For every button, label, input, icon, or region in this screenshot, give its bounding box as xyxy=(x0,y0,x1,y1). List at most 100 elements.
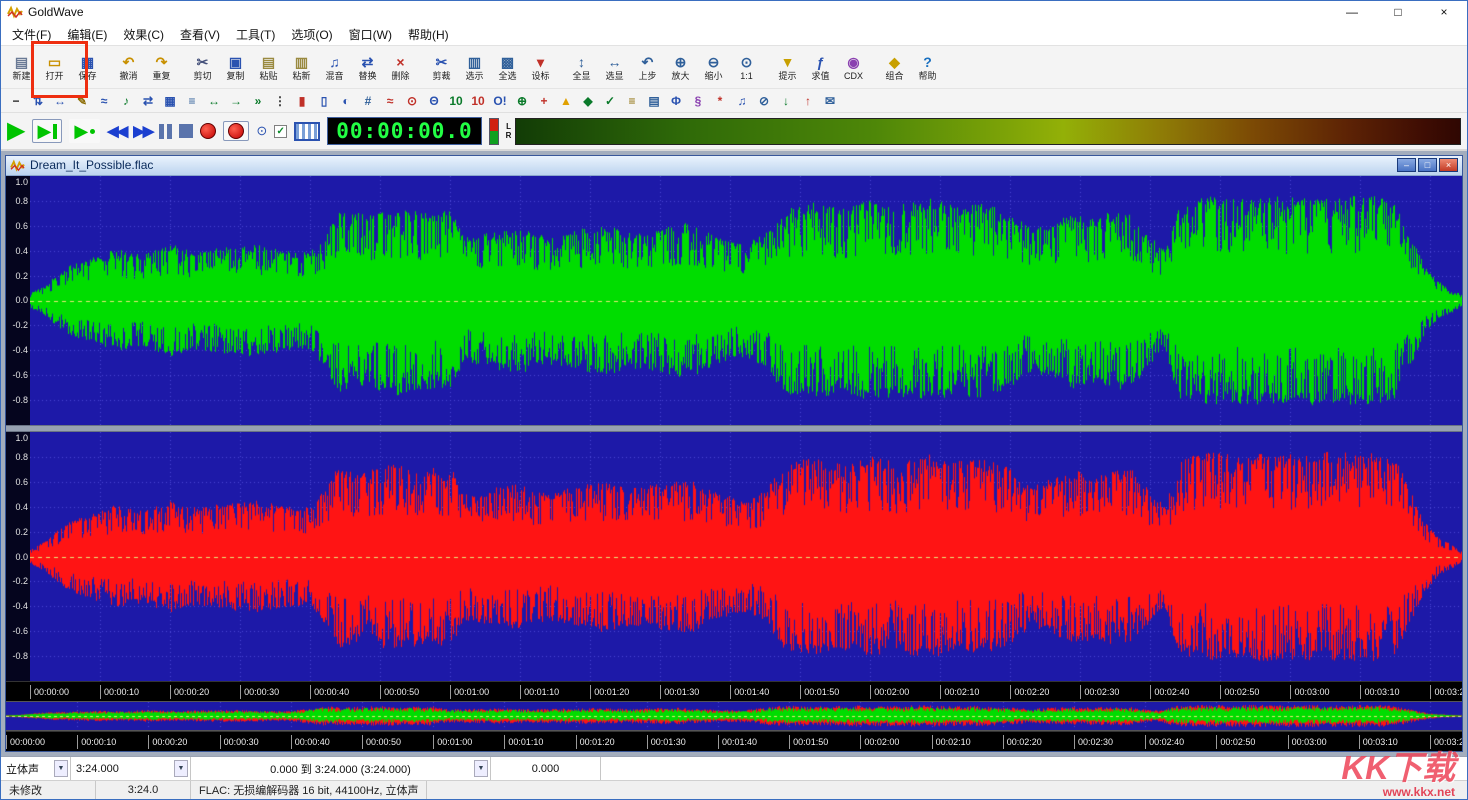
gear-icon[interactable]: Φ xyxy=(665,91,687,111)
play-selection-button[interactable]: ▶ xyxy=(32,119,62,143)
paste-button[interactable]: ▤粘贴 xyxy=(252,47,285,87)
control-icon[interactable]: ⇅ xyxy=(27,91,49,111)
menu-file[interactable]: 文件(F) xyxy=(4,23,59,46)
star-icon[interactable]: * xyxy=(709,91,731,111)
diamond-icon[interactable]: ◆ xyxy=(577,91,599,111)
document-close-button[interactable]: × xyxy=(1439,158,1458,172)
close-button[interactable]: × xyxy=(1421,1,1467,23)
amplitude-ruler-right-channel[interactable]: 1.00.80.60.40.20.0-0.2-0.4-0.6-0.8 xyxy=(6,432,30,681)
right-channel-waveform[interactable] xyxy=(30,432,1462,681)
speaker-icon[interactable]: ♫ xyxy=(731,91,753,111)
document-title-bar[interactable]: Dream_It_Possible.flac – □ × xyxy=(6,156,1462,176)
stop-button[interactable] xyxy=(179,124,193,138)
set-marker-button[interactable]: ▾设标 xyxy=(524,47,557,87)
amplitude-ruler-left-channel[interactable]: 1.00.80.60.40.20.0-0.2-0.4-0.6-0.8 xyxy=(6,176,30,425)
section-icon[interactable]: § xyxy=(687,91,709,111)
dots-icon[interactable]: ⋮ xyxy=(269,91,291,111)
trim-button[interactable]: ✂剪裁 xyxy=(425,47,458,87)
mix-button[interactable]: ♫混音 xyxy=(318,47,351,87)
group-button[interactable]: ◆组合 xyxy=(878,47,911,87)
plus-circle-icon[interactable]: ⊕ xyxy=(511,91,533,111)
ten-red-icon[interactable]: 10 xyxy=(467,91,489,111)
menu-effects[interactable]: 效果(C) xyxy=(115,23,172,46)
target-icon[interactable]: ⊙ xyxy=(401,91,423,111)
umbrella-icon[interactable]: ▲ xyxy=(555,91,577,111)
copy-button[interactable]: ▣复制 xyxy=(219,47,252,87)
replace-button[interactable]: ⇄替换 xyxy=(351,47,384,87)
note-icon[interactable]: ♪ xyxy=(115,91,137,111)
stretch-icon[interactable]: ↔ xyxy=(203,91,225,111)
fast-forward-button[interactable]: ▶▶ xyxy=(133,122,152,140)
new-button[interactable]: ▤新建 xyxy=(5,47,38,87)
wave-icon[interactable]: ≈ xyxy=(93,91,115,111)
save-button[interactable]: ▦保存 xyxy=(71,47,104,87)
menu-edit[interactable]: 编辑(E) xyxy=(59,23,115,46)
double-arrow-icon[interactable]: » xyxy=(247,91,269,111)
minimize-button[interactable]: — xyxy=(1329,1,1375,23)
monitor-checkbox[interactable]: ✓ xyxy=(274,125,287,138)
check-icon[interactable]: ✓ xyxy=(599,91,621,111)
zoom-in-button[interactable]: ⊕放大 xyxy=(664,47,697,87)
paste-new-button[interactable]: ▥粘新 xyxy=(285,47,318,87)
select-all-button[interactable]: ▩全选 xyxy=(491,47,524,87)
record-button[interactable] xyxy=(200,123,216,139)
levels-icon[interactable]: ≡ xyxy=(621,91,643,111)
maximize-button[interactable]: □ xyxy=(1375,1,1421,23)
menu-window[interactable]: 窗口(W) xyxy=(341,23,400,46)
document-minimize-button[interactable]: – xyxy=(1397,158,1416,172)
menu-view[interactable]: 查看(V) xyxy=(172,23,228,46)
zoom-1-1-button[interactable]: ⊙1:1 xyxy=(730,47,763,87)
delete-button[interactable]: ×删除 xyxy=(384,47,417,87)
list-icon[interactable]: ≡ xyxy=(181,91,203,111)
overview-time-axis[interactable]: 00:00:0000:00:1000:00:2000:00:3000:00:40… xyxy=(6,731,1462,751)
slash-circle-icon[interactable]: ⊘ xyxy=(753,91,775,111)
mail-icon[interactable]: ✉ xyxy=(819,91,841,111)
show-all-button[interactable]: ↕全显 xyxy=(565,47,598,87)
zoom-out-button[interactable]: ⊖缩小 xyxy=(697,47,730,87)
menu-tools[interactable]: 工具(T) xyxy=(228,23,283,46)
move-icon[interactable]: ↔ xyxy=(49,91,71,111)
evaluate-button[interactable]: ƒ求值 xyxy=(804,47,837,87)
help-button[interactable]: ?帮助 xyxy=(911,47,944,87)
grid-icon[interactable]: # xyxy=(357,91,379,111)
play-fast-button[interactable]: ▶ xyxy=(69,119,100,143)
contrast-icon[interactable]: ◐ xyxy=(335,91,357,111)
left-channel-waveform[interactable] xyxy=(30,176,1462,425)
cross-icon[interactable]: + xyxy=(533,91,555,111)
theta-icon[interactable]: Θ xyxy=(423,91,445,111)
time-axis[interactable]: 00:00:0000:00:1000:00:2000:00:3000:00:40… xyxy=(6,681,1462,701)
show-selection-button[interactable]: ↔选显 xyxy=(598,47,631,87)
bar-icon[interactable]: ▮ xyxy=(291,91,313,111)
exclaim-icon[interactable]: O! xyxy=(489,91,511,111)
redo-button[interactable]: ↷重复 xyxy=(145,47,178,87)
frame-icon[interactable]: ▯ xyxy=(313,91,335,111)
down-icon[interactable]: ↓ xyxy=(775,91,797,111)
open-button[interactable]: ▭打开 xyxy=(38,47,71,87)
previous-zoom-button[interactable]: ↶上步 xyxy=(631,47,664,87)
pause-button[interactable] xyxy=(159,124,172,139)
up-icon[interactable]: ↑ xyxy=(797,91,819,111)
draw-tool-icon[interactable]: ✎ xyxy=(71,91,93,111)
rows-icon[interactable]: ▤ xyxy=(643,91,665,111)
overview-strip[interactable] xyxy=(6,701,1462,731)
rewind-button[interactable]: ◀◀ xyxy=(107,122,126,140)
record-selection-button[interactable] xyxy=(223,121,249,141)
menu-help[interactable]: 帮助(H) xyxy=(400,23,457,46)
hint-button[interactable]: ▼提示 xyxy=(771,47,804,87)
ten-icon[interactable]: 10 xyxy=(445,91,467,111)
channel-mode-dropdown[interactable]: ▼ xyxy=(54,760,68,777)
matrix-icon[interactable]: ▦ xyxy=(159,91,181,111)
swap-channels-icon[interactable]: ⇄ xyxy=(137,91,159,111)
arrow-right-icon[interactable]: → xyxy=(225,91,247,111)
cut-button[interactable]: ✂剪切 xyxy=(186,47,219,87)
visual-display-button[interactable] xyxy=(294,122,320,141)
properties-icon[interactable]: − xyxy=(5,91,27,111)
channel-separator[interactable] xyxy=(6,425,1462,432)
select-view-button[interactable]: ▥选示 xyxy=(458,47,491,87)
overview-waveform[interactable] xyxy=(6,702,1462,730)
document-maximize-button[interactable]: □ xyxy=(1418,158,1437,172)
menu-options[interactable]: 选项(O) xyxy=(283,23,340,46)
undo-button[interactable]: ↶撤消 xyxy=(112,47,145,87)
selection-range-dropdown[interactable]: ▼ xyxy=(474,760,488,777)
sine-icon[interactable]: ≈ xyxy=(379,91,401,111)
